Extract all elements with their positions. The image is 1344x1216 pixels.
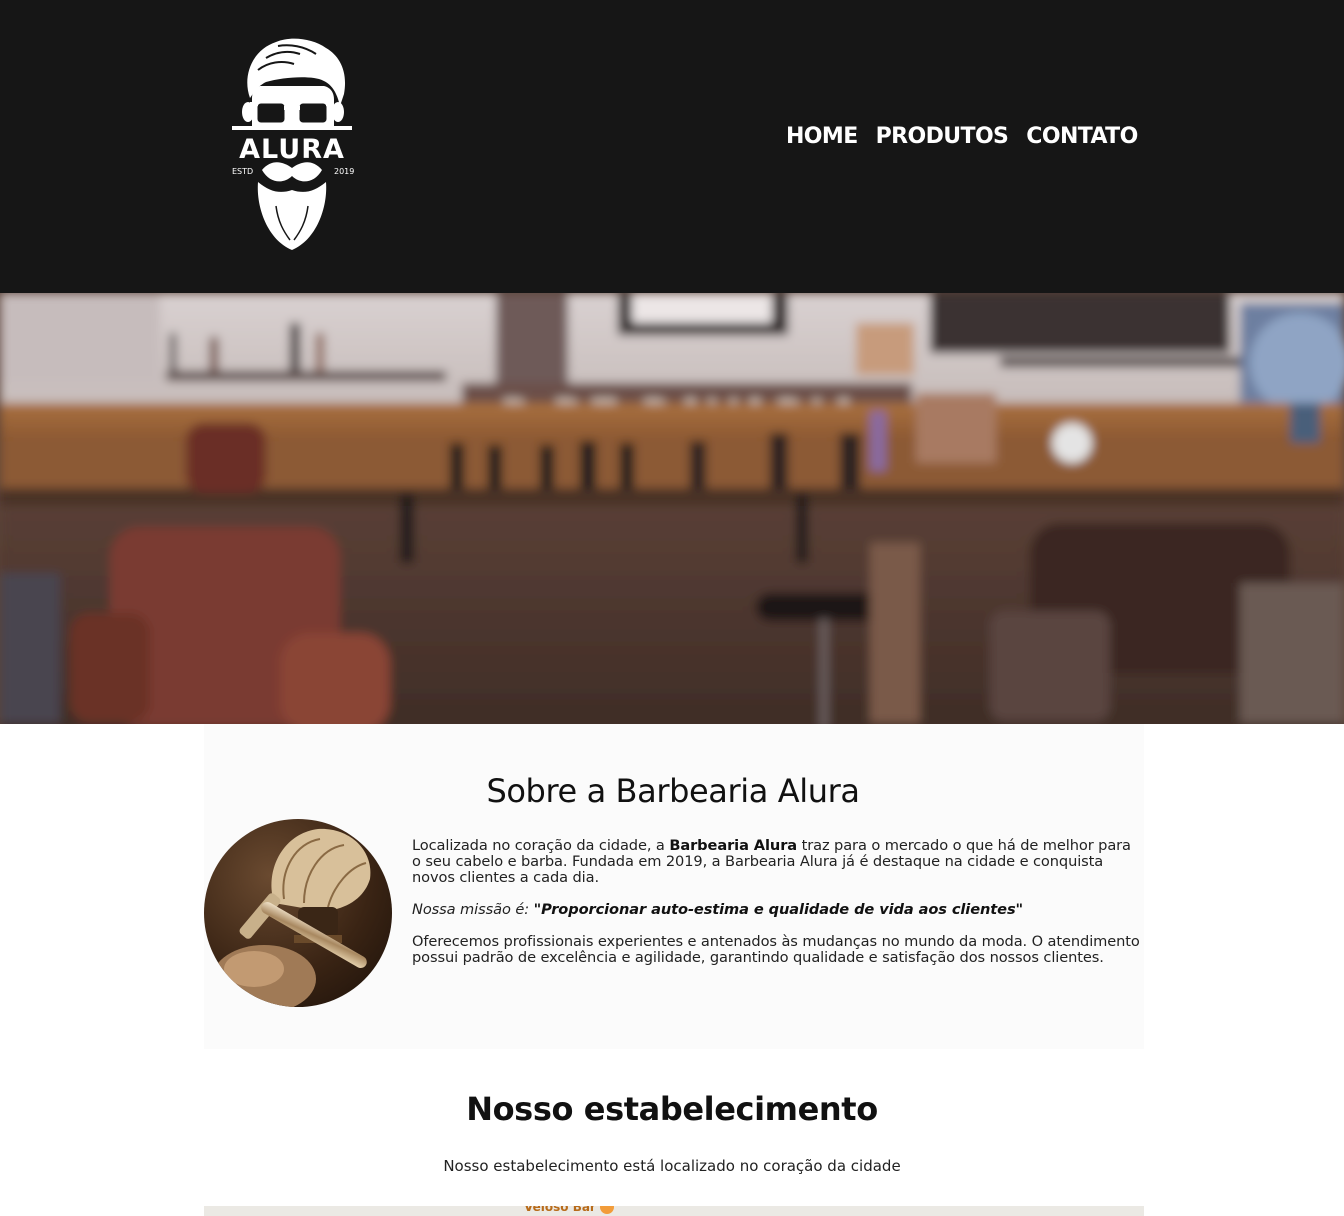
nav-home-link[interactable]: HOME (786, 124, 858, 149)
nav-contato-link[interactable]: CONTATO (1026, 124, 1138, 149)
about-text: Localizada no coração da cidade, a Barbe… (412, 838, 1144, 982)
nav-produtos-link[interactable]: PRODUTOS (876, 124, 1009, 149)
about-paragraph-service: Oferecemos profissionais experientes e a… (412, 933, 1140, 966)
brand-highlight: Barbearia Alura (669, 837, 798, 854)
bearded-man-logo-icon: ALURA ESTD 2019 (232, 38, 354, 250)
about-mission: Nossa missão é: "Proporcionar auto-estim… (412, 901, 1024, 918)
location-title: Nosso estabelecimento (466, 1090, 878, 1128)
location-map[interactable]: Veloso Bar (204, 1206, 1144, 1216)
alura-logo[interactable]: ALURA ESTD 2019 (228, 36, 356, 254)
mission-quote: "Proporcionar auto-estima e qualidade de… (533, 901, 1024, 918)
location-subtitle: Nosso estabelecimento está localizado no… (443, 1157, 901, 1175)
shaving-brush-image (204, 819, 392, 1007)
about-section: Sobre a Barbearia Alura Localizada no co… (204, 724, 1144, 1049)
svg-text:2019: 2019 (334, 167, 354, 176)
about-paragraph-intro: Localizada no coração da cidade, a Barbe… (412, 837, 1131, 886)
hero-banner-image: B DZ BAVARIA (0, 293, 1344, 724)
svg-text:ALURA: ALURA (239, 134, 345, 165)
site-header: ALURA ESTD 2019 HOME PRODUTOS CONTATO (0, 0, 1344, 293)
map-place-label[interactable]: Veloso Bar (524, 1206, 596, 1214)
map-pin-icon[interactable] (600, 1206, 614, 1214)
about-title: Sobre a Barbearia Alura (486, 772, 860, 810)
svg-text:ESTD: ESTD (232, 167, 253, 176)
main-nav: HOME PRODUTOS CONTATO (786, 124, 1138, 149)
